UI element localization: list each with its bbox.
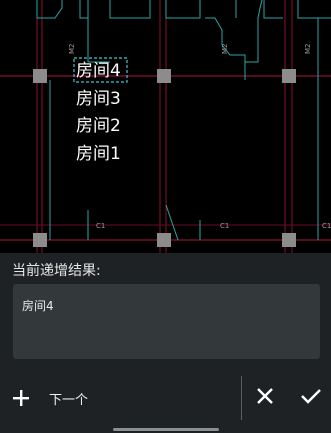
tag-m2-a: M2 [68,44,76,55]
confirm-button[interactable] [296,374,326,422]
close-icon [256,387,274,409]
cancel-button[interactable] [250,374,280,422]
structural-columns [33,69,296,247]
tag-m2-c: M2 [304,44,312,55]
cad-drawing: M2 M2 M2 C1 C1 C1 [0,0,331,253]
cad-canvas[interactable]: M2 M2 M2 C1 C1 C1 房间4 房间3 房间2 房间1 [0,0,331,253]
room-label-selected[interactable]: 房间4 [76,61,121,81]
tag-c1-b: C1 [220,222,229,230]
next-label: 下一个 [49,392,89,408]
result-value: 房间4 [22,299,54,313]
result-field[interactable]: 房间4 [13,284,320,359]
toolbar-divider [241,376,242,420]
panel-title: 当前递增结果: [12,263,101,279]
room-label[interactable]: 房间3 [76,89,121,109]
bottom-toolbar: 下一个 [0,374,331,433]
plus-icon [10,387,32,409]
room-label[interactable]: 房间2 [76,116,121,136]
check-icon [300,387,322,409]
home-indicator[interactable] [113,428,219,431]
next-button[interactable]: 下一个 [10,374,110,422]
tag-c1-a: C1 [96,222,105,230]
tag-m2-b: M2 [221,44,229,55]
room-label[interactable]: 房间1 [76,144,121,164]
tag-c1-c: C1 [322,222,331,230]
